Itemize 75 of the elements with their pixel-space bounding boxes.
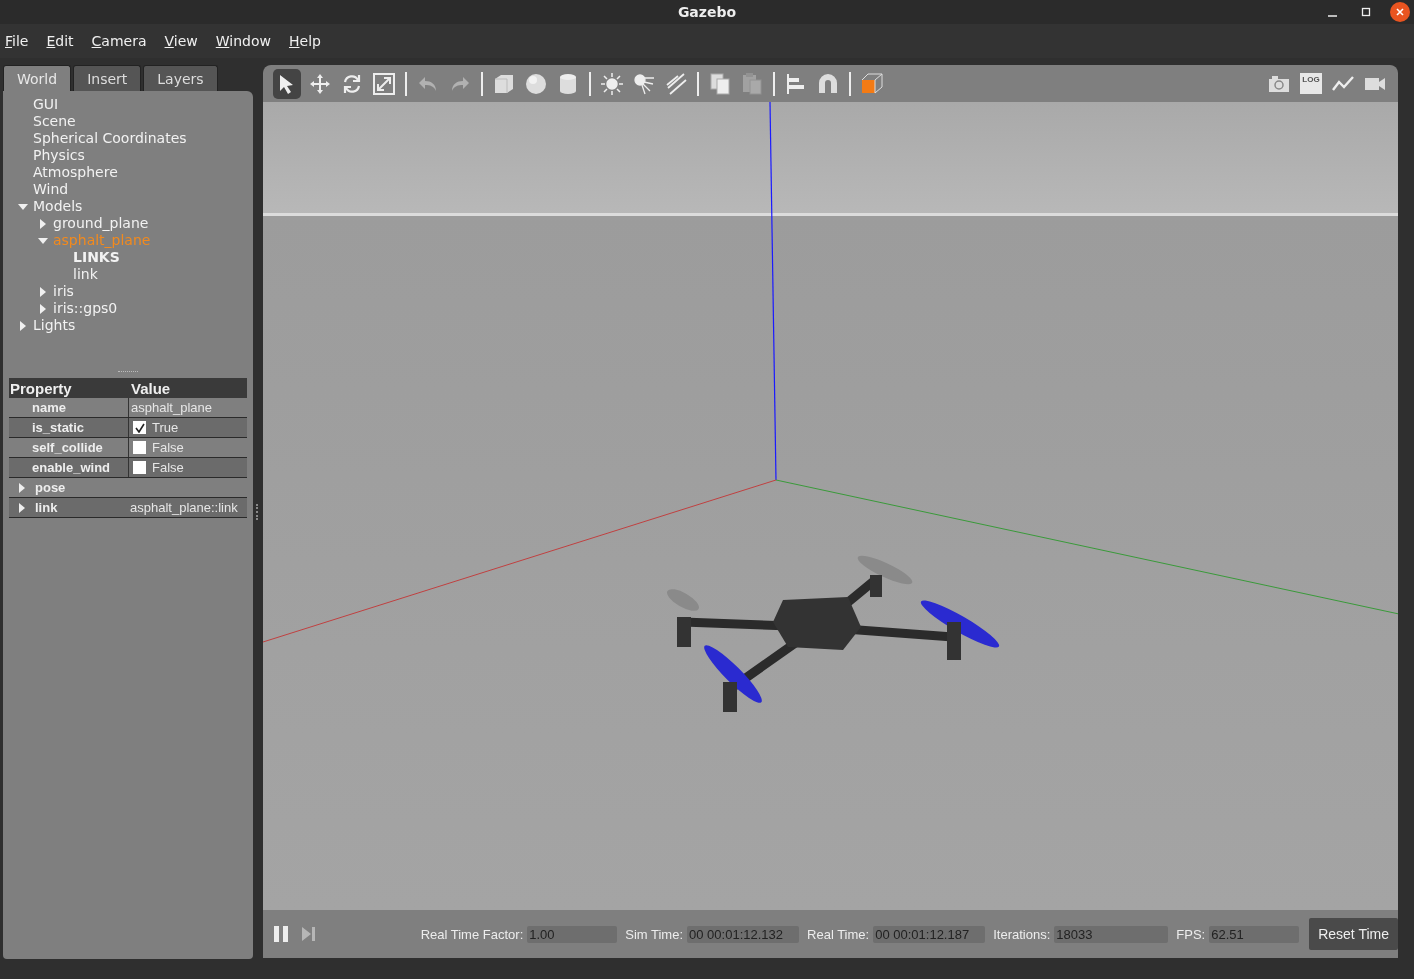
- tree-item[interactable]: link: [73, 266, 98, 283]
- status-value: 00 00:01:12.132: [687, 925, 800, 943]
- sun-icon: [600, 71, 624, 96]
- tree-item[interactable]: Physics: [33, 147, 85, 164]
- checkbox[interactable]: [133, 421, 146, 434]
- minimize-icon: [1327, 15, 1337, 17]
- property-value: False: [152, 460, 184, 475]
- menu-item[interactable]: Camera: [91, 33, 147, 49]
- paste-icon: [740, 71, 764, 96]
- window-title: Gazebo: [677, 4, 737, 20]
- tab[interactable]: Layers: [143, 65, 218, 91]
- parallel-lines-icon: [664, 71, 688, 96]
- diagonal-arrow-square-icon: [372, 71, 396, 96]
- column-header: Value: [130, 379, 172, 397]
- light-rays-icon: [632, 71, 656, 96]
- tree-item[interactable]: iris: [53, 283, 74, 300]
- status-label: Real Time:: [807, 926, 870, 942]
- magnet-icon: [816, 71, 840, 96]
- status-value: 00 00:01:12.187: [873, 925, 986, 943]
- property-name: name: [32, 400, 66, 415]
- property-value: asphalt_plane::link: [129, 500, 239, 515]
- checkbox[interactable]: [133, 461, 146, 474]
- status-label: FPS:: [1176, 926, 1206, 942]
- pause-icon: [273, 925, 289, 943]
- property-name: self_collide: [32, 440, 103, 455]
- status-value: 62.51: [1209, 925, 1300, 943]
- maximize-icon: [1361, 7, 1371, 17]
- splitter-handle[interactable]: [256, 504, 260, 520]
- expanded-arrow-icon[interactable]: [38, 235, 48, 246]
- reset-time-button[interactable]: Reset Time: [1309, 918, 1398, 950]
- tree-item[interactable]: iris::gps0: [53, 300, 118, 317]
- sphere-icon: [524, 71, 548, 96]
- menu-item[interactable]: Help: [289, 33, 321, 49]
- copy-icon: [708, 71, 732, 96]
- collapsed-arrow-icon[interactable]: [18, 502, 26, 513]
- tree-item[interactable]: Models: [33, 198, 83, 215]
- collapsed-arrow-icon[interactable]: [18, 320, 28, 331]
- collapsed-arrow-icon[interactable]: [38, 286, 48, 297]
- select-tool-button[interactable]: [273, 68, 301, 99]
- tab[interactable]: World: [3, 65, 72, 91]
- status-label: Iterations:: [993, 926, 1051, 942]
- close-icon: [1395, 7, 1405, 17]
- property-name: pose: [35, 480, 66, 495]
- status-label: Real Time Factor:: [420, 926, 524, 942]
- menu-item[interactable]: File: [5, 33, 29, 49]
- tree-item[interactable]: Scene: [33, 113, 76, 130]
- step-icon: [301, 925, 317, 943]
- menu-item[interactable]: Edit: [46, 33, 74, 49]
- expanded-arrow-icon[interactable]: [18, 201, 28, 212]
- menu-item[interactable]: View: [164, 33, 198, 49]
- column-header: Property: [9, 379, 73, 397]
- property-name: link: [35, 500, 58, 515]
- status-value: 18033: [1054, 925, 1169, 943]
- property-value: False: [152, 440, 184, 455]
- tree-item[interactable]: Wind: [33, 181, 69, 198]
- menu-item[interactable]: Window: [215, 33, 271, 49]
- tree-item[interactable]: Lights: [33, 317, 76, 334]
- checkbox[interactable]: [133, 441, 146, 454]
- close-button[interactable]: [1390, 2, 1410, 22]
- collapsed-arrow-icon[interactable]: [18, 482, 26, 493]
- tree-item[interactable]: GUI: [33, 96, 59, 113]
- status-value: 1.00: [527, 925, 618, 943]
- collapsed-arrow-icon[interactable]: [38, 303, 48, 314]
- property-name: enable_wind: [32, 460, 111, 475]
- property-value: True: [152, 420, 179, 435]
- tab[interactable]: Insert: [73, 65, 142, 91]
- tree-item[interactable]: Atmosphere: [33, 164, 118, 181]
- status-label: Sim Time:: [625, 926, 684, 942]
- collapsed-arrow-icon[interactable]: [38, 218, 48, 229]
- tree-item[interactable]: ground_plane: [53, 215, 149, 232]
- tree-item[interactable]: LINKS: [73, 249, 120, 266]
- property-name: is_static: [32, 420, 85, 435]
- property-value: asphalt_plane: [131, 400, 212, 415]
- wireframe-cube-icon: [860, 71, 884, 96]
- tree-item[interactable]: Spherical Coordinates: [33, 130, 187, 147]
